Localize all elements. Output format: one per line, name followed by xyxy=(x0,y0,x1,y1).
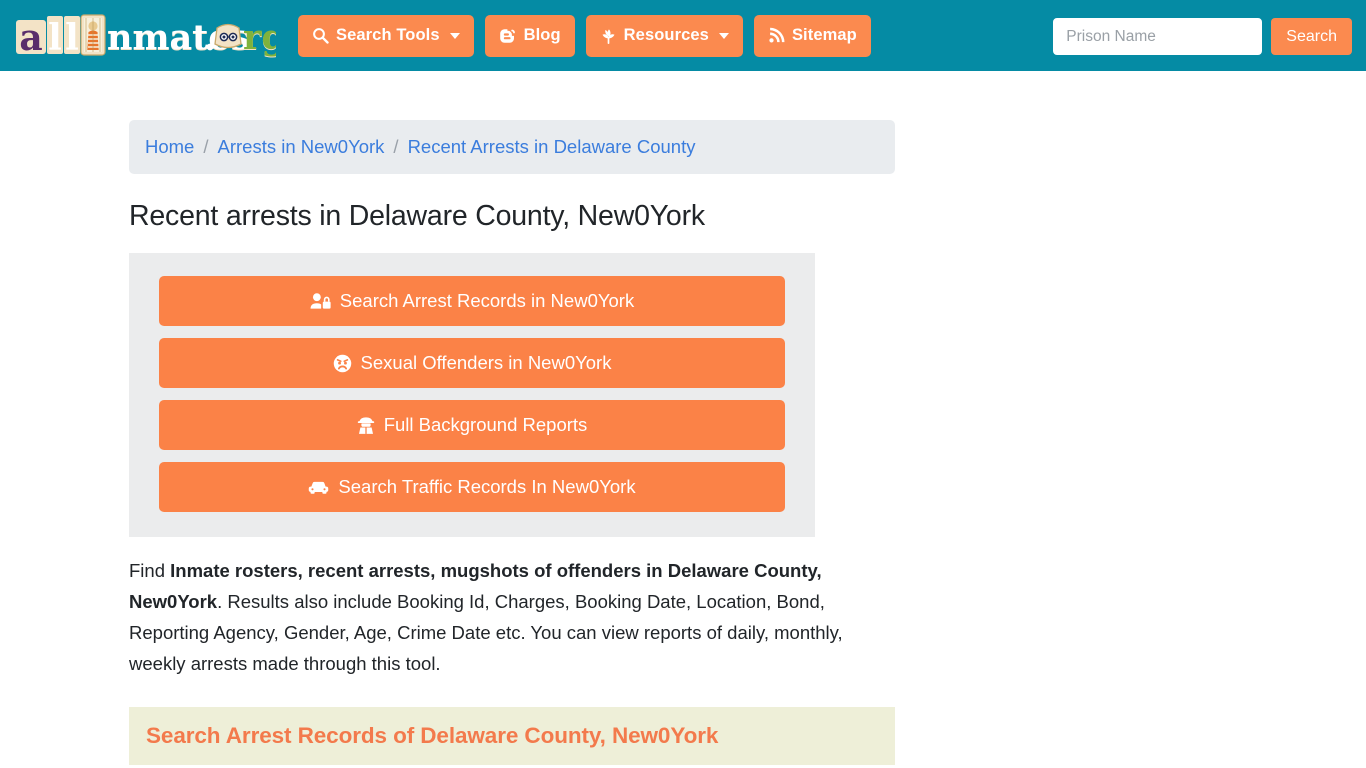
nav-blog-button[interactable]: Blog xyxy=(484,14,575,57)
car-icon xyxy=(308,479,329,495)
nav-resources-label: Resources xyxy=(623,26,709,45)
cta-label: Full Background Reports xyxy=(383,413,588,435)
breadcrumb-separator: / xyxy=(203,136,209,157)
nav-search-tools-button[interactable]: Search Tools xyxy=(298,14,474,57)
content-container: Home / Arrests in New0York / Recent Arre… xyxy=(129,120,895,766)
breadcrumb-item-home[interactable]: Home xyxy=(145,136,194,158)
chevron-down-icon xyxy=(718,32,729,39)
breadcrumb: Home / Arrests in New0York / Recent Arre… xyxy=(129,120,895,174)
cta-label: Search Arrest Records in New0York xyxy=(339,289,635,311)
breadcrumb-separator: / xyxy=(393,136,399,157)
search-icon xyxy=(312,27,329,44)
cta-panel: Search Arrest Records in New0York Sexual… xyxy=(129,253,815,538)
svg-text:l: l xyxy=(48,17,62,58)
svg-text:rg: rg xyxy=(243,17,276,58)
main-navigation: Search Tools Blog Resources Sitemap xyxy=(298,14,871,57)
brand-logo-icon: a l l nmates nmates rg rg xyxy=(16,13,276,58)
nav-sitemap-button[interactable]: Sitemap xyxy=(753,14,871,57)
lead-suffix: . Results also include Booking Id, Charg… xyxy=(129,591,843,675)
rss-icon xyxy=(768,27,785,44)
site-header: a l l nmates nmates rg rg Search Tools B… xyxy=(0,0,1366,71)
search-arrest-records-button[interactable]: Search Arrest Records in New0York xyxy=(159,276,785,327)
breadcrumb-item-arrests-in-state[interactable]: Arrests in New0York xyxy=(218,136,385,158)
chevron-down-icon xyxy=(449,32,460,39)
angry-face-icon xyxy=(333,354,352,373)
user-secret-icon xyxy=(357,416,375,435)
page-lead-paragraph: Find Inmate rosters, recent arrests, mug… xyxy=(129,555,899,679)
header-search-form: Search xyxy=(1053,18,1352,55)
leaf-icon xyxy=(600,27,617,44)
prison-name-search-input[interactable] xyxy=(1053,18,1263,55)
sexual-offenders-button[interactable]: Sexual Offenders in New0York xyxy=(159,338,785,389)
header-search-button[interactable]: Search xyxy=(1271,18,1352,55)
svg-text:a: a xyxy=(19,17,42,58)
breadcrumb-item-current[interactable]: Recent Arrests in Delaware County xyxy=(408,136,696,158)
page-body: Home / Arrests in New0York / Recent Arre… xyxy=(0,71,1366,766)
cta-label: Search Traffic Records In New0York xyxy=(338,475,636,497)
face-glyph-icon xyxy=(214,23,242,48)
nav-sitemap-label: Sitemap xyxy=(791,26,857,45)
nav-blog-label: Blog xyxy=(523,26,561,45)
prisoner-glyph-icon xyxy=(80,13,106,56)
search-traffic-records-button[interactable]: Search Traffic Records In New0York xyxy=(159,462,785,513)
lead-prefix: Find xyxy=(129,560,171,582)
user-lock-icon xyxy=(310,292,331,310)
site-logo[interactable]: a l l nmates nmates rg rg xyxy=(14,13,276,58)
page-title: Recent arrests in Delaware County, New0Y… xyxy=(129,200,705,232)
nav-search-tools-label: Search Tools xyxy=(336,26,440,45)
section-heading: Search Arrest Records of Delaware County… xyxy=(146,723,719,749)
search-arrest-records-section-band: Search Arrest Records of Delaware County… xyxy=(129,707,895,766)
nav-resources-button[interactable]: Resources xyxy=(585,14,743,57)
full-background-reports-button[interactable]: Full Background Reports xyxy=(159,400,785,451)
blogger-icon xyxy=(499,27,517,45)
svg-text:l: l xyxy=(65,17,79,58)
cta-label: Sexual Offenders in New0York xyxy=(360,351,612,373)
